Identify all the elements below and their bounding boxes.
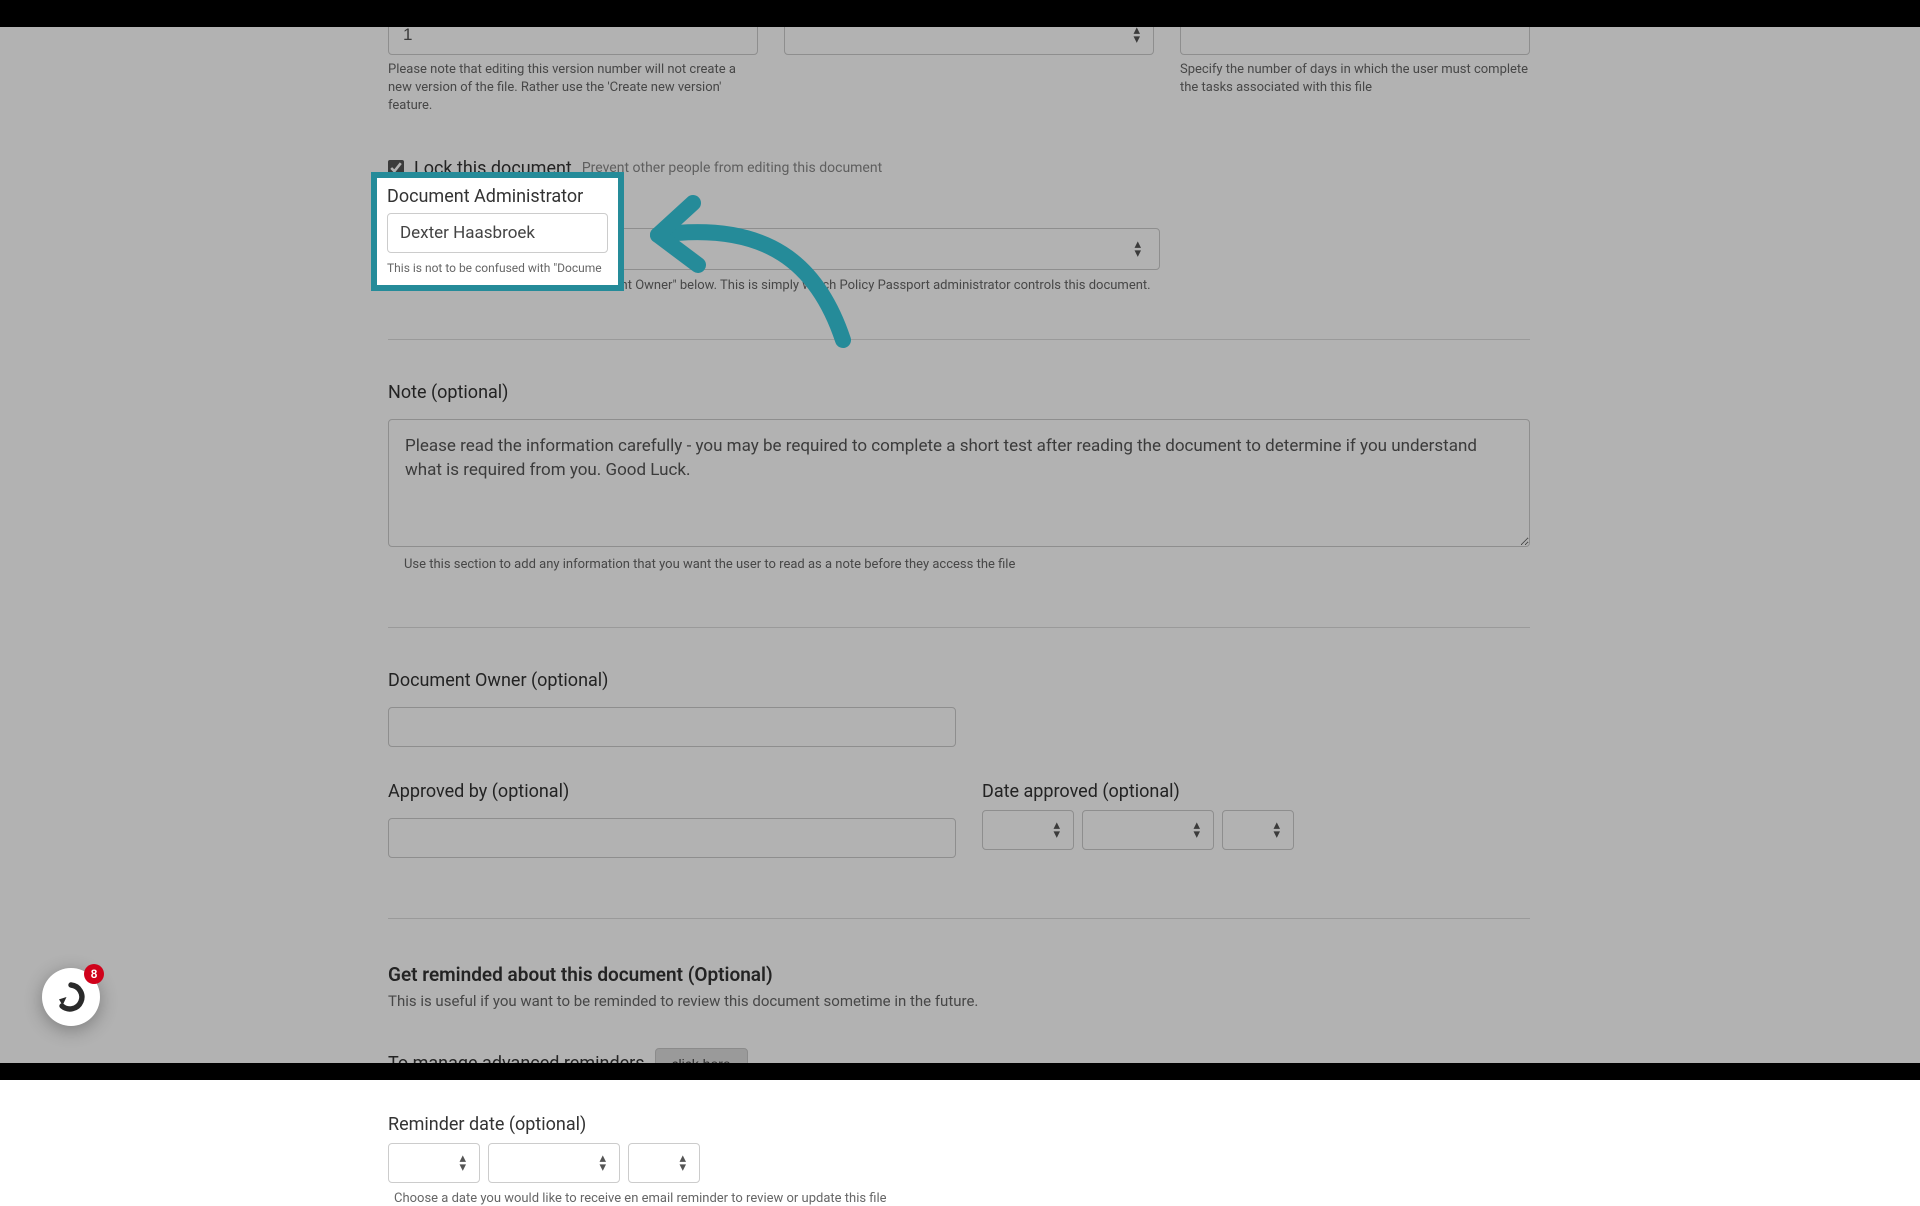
reminder-date-help: Choose a date you would like to receive … [388,1191,1530,1206]
lock-help: Prevent other people from editing this d… [582,160,882,176]
form-content: Please note that editing this version nu… [0,0,1920,1206]
chat-logo-icon [56,982,86,1012]
divider [388,918,1530,919]
version-col: Please note that editing this version nu… [388,15,758,116]
reminder-year-select[interactable] [628,1143,700,1183]
admin-highlight: Document Administrator Dexter Haasbroek … [371,172,624,291]
reminder-section: Get reminded about this document (Option… [388,963,1530,1206]
approved-by-input[interactable] [388,818,956,858]
days-col: Specify the number of days in which the … [1180,15,1530,116]
reminder-date-section: Reminder date (optional) ▴▾ ▴▾ ▴▾ Choose… [388,1114,1530,1206]
date-approved-month-select[interactable] [1082,810,1214,850]
reminder-heading: Get reminded about this document (Option… [388,963,1530,986]
note-textarea[interactable] [388,419,1530,547]
admin-highlight-label: Document Administrator [387,186,608,207]
divider [388,627,1530,628]
middle-col: ▴▾ [784,15,1154,116]
owner-input[interactable] [388,707,956,747]
owner-label: Document Owner (optional) [388,670,1530,691]
owner-section: Document Owner (optional) [388,670,1530,747]
date-approved-year-select[interactable] [1222,810,1294,850]
divider [388,339,1530,340]
date-approved-col: Date approved (optional) ▴▾ ▴▾ ▴▾ [982,781,1530,858]
note-label: Note (optional) [388,382,1530,403]
chat-widget[interactable]: 8 [42,968,100,1026]
approved-by-label: Approved by (optional) [388,781,956,802]
letterbox-bottom [0,1063,1920,1080]
approval-row: Approved by (optional) Date approved (op… [388,781,1530,858]
reminder-month-select[interactable] [488,1143,620,1183]
note-section: Note (optional) Use this section to add … [388,382,1530,572]
approved-by-col: Approved by (optional) [388,781,956,858]
reminder-date-label: Reminder date (optional) [388,1114,1530,1135]
admin-highlight-value[interactable]: Dexter Haasbroek [387,213,608,253]
days-help: Specify the number of days in which the … [1180,61,1530,97]
note-help: Use this section to add any information … [388,557,1530,572]
reminder-sub: This is useful if you want to be reminde… [388,992,1530,1010]
chevron-updown-icon: ▴▾ [1134,239,1141,257]
letterbox-top [0,0,1920,27]
date-approved-label: Date approved (optional) [982,781,1530,802]
date-approved-day-select[interactable] [982,810,1074,850]
reminder-day-select[interactable] [388,1143,480,1183]
version-help: Please note that editing this version nu… [388,61,758,116]
admin-highlight-help: This is not to be confused with "Docume [387,261,608,275]
top-row: Please note that editing this version nu… [388,15,1530,116]
chat-badge: 8 [84,964,104,984]
